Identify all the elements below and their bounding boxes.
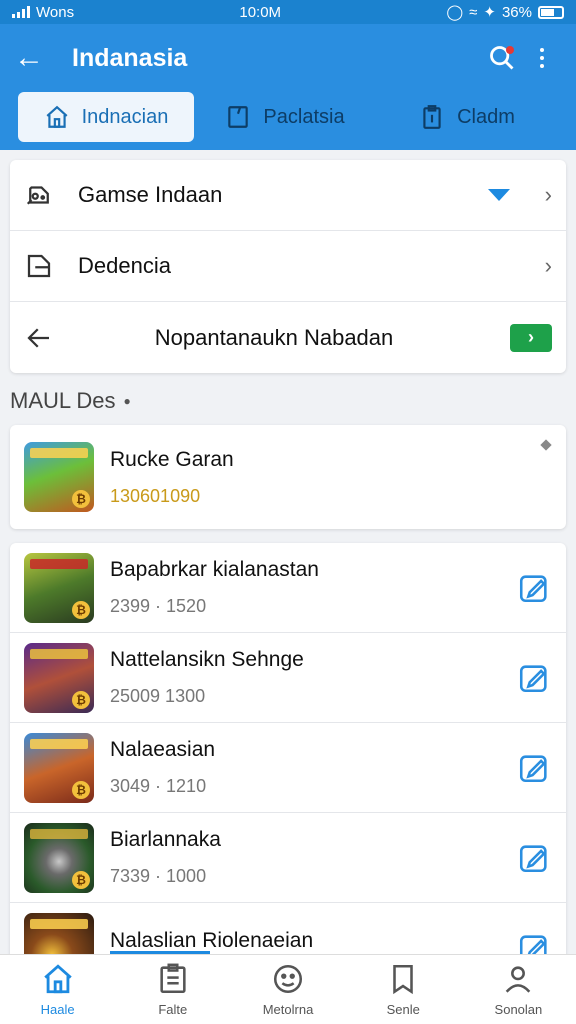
battery-percent: 36% bbox=[501, 3, 532, 21]
dot-indicator-icon: ● bbox=[123, 394, 131, 408]
folder-icon bbox=[27, 254, 51, 278]
nav-item-sonolan[interactable]: Sonolan bbox=[461, 955, 576, 1024]
game-name: Nalaeasian bbox=[110, 738, 216, 761]
game-thumbnail: ₿ bbox=[24, 732, 94, 803]
person-icon bbox=[506, 966, 531, 993]
game-thumbnail: ₿ bbox=[24, 552, 94, 623]
game-value: 3049 · 1210 bbox=[110, 776, 207, 796]
bluetooth-icon: ✦ bbox=[483, 4, 496, 21]
game-thumbnail: ₿ bbox=[24, 442, 94, 512]
nav-label: Haale bbox=[40, 1002, 75, 1017]
page-title: Indanasia bbox=[72, 43, 188, 72]
notification-dot bbox=[506, 46, 514, 54]
home-icon bbox=[43, 964, 72, 994]
search-button[interactable] bbox=[482, 44, 522, 72]
kebab-icon bbox=[540, 48, 544, 68]
nav-item-senle[interactable]: Senle bbox=[346, 955, 461, 1024]
tab-label: Cladm bbox=[457, 105, 515, 128]
menu-item-nopantanaukn[interactable]: Nopantanaukn Nabadan › bbox=[10, 302, 566, 373]
chevron-right-icon: › bbox=[544, 182, 552, 207]
menu-card: Gamse Indaan › Dedencia › Nopantanaukn N… bbox=[10, 160, 566, 373]
menu-item-dedencia[interactable]: Dedencia › bbox=[10, 231, 566, 302]
game-thumbnail: ₿ bbox=[24, 642, 94, 713]
coin-icon: ₿ bbox=[72, 870, 90, 889]
chevron-right-icon: › bbox=[528, 327, 534, 347]
game-name: Biarlannaka bbox=[110, 828, 221, 851]
section-title: MAUL Des bbox=[10, 388, 116, 413]
featured-game-row[interactable]: ₿ Rucke Garan 130601090 bbox=[10, 425, 566, 529]
edit-icon bbox=[519, 844, 547, 872]
tab-paclatsia[interactable]: Paclatsia bbox=[194, 92, 376, 142]
coin-icon: ₿ bbox=[72, 600, 90, 619]
game-name: Nalaslian Riolenaeian bbox=[110, 929, 314, 952]
list-item[interactable]: ₿ Biarlannaka 7339 · 1000 bbox=[10, 813, 566, 903]
document-icon bbox=[228, 106, 249, 128]
list-item[interactable]: ₿ Nalaeasian 3049 · 1210 bbox=[10, 723, 566, 813]
game-name: Bapabrkar kialanastan bbox=[110, 558, 319, 581]
go-button[interactable]: › bbox=[510, 323, 552, 352]
edit-button[interactable] bbox=[516, 840, 552, 876]
list-item[interactable]: ₿ Nattelansikn Sehnge 25009 1300 bbox=[10, 633, 566, 723]
edit-button[interactable] bbox=[516, 570, 552, 606]
status-bar: Wons 10:0M ◯ ≈ ✦ 36% bbox=[0, 0, 576, 24]
tab-label: Indnacian bbox=[81, 105, 169, 128]
tab-cladm[interactable]: Cladm bbox=[376, 92, 558, 142]
gamepad-icon bbox=[26, 186, 49, 205]
status-time: 10:0M bbox=[239, 3, 282, 21]
game-value: 25009 1300 bbox=[110, 686, 206, 706]
carrier-label: Wons bbox=[36, 3, 75, 21]
nav-label: Metolrna bbox=[262, 1002, 314, 1017]
dropdown-indicator-icon bbox=[488, 189, 510, 201]
menu-label: Gamse Indaan bbox=[78, 182, 223, 207]
wifi-icon: ≈ bbox=[469, 3, 478, 21]
nav-label: Senle bbox=[386, 1002, 420, 1017]
game-value: 130601090 bbox=[110, 485, 201, 506]
game-thumbnail: ₿ bbox=[24, 822, 94, 893]
home-icon bbox=[46, 105, 68, 128]
book-icon bbox=[393, 964, 413, 995]
coin-icon: ₿ bbox=[72, 690, 90, 709]
app-bar: ← Indanasia bbox=[0, 24, 576, 92]
alarm-icon: ◯ bbox=[446, 4, 464, 21]
edit-button[interactable] bbox=[516, 750, 552, 786]
game-list: ₿ Bapabrkar kialanastan 2399 · 1520 ₿ Na… bbox=[10, 543, 566, 963]
nav-item-haale[interactable]: Haale bbox=[0, 955, 115, 1024]
tab-bar: Indnacian Paclatsia Cladm bbox=[0, 92, 576, 150]
smiley-icon bbox=[273, 964, 303, 994]
edit-icon bbox=[519, 754, 547, 782]
battery-icon bbox=[537, 5, 564, 19]
game-value: 2399 · 1520 bbox=[110, 596, 207, 616]
menu-label: Nopantanaukn Nabadan bbox=[154, 324, 394, 350]
nav-label: Falte bbox=[158, 1002, 188, 1017]
menu-label: Dedencia bbox=[78, 253, 171, 278]
nav-item-metolrna[interactable]: Metolrna bbox=[230, 955, 345, 1024]
chevron-right-icon: › bbox=[544, 253, 552, 278]
game-value: 7339 · 1000 bbox=[110, 866, 207, 886]
more-options-button[interactable] bbox=[522, 48, 562, 68]
game-name: Rucke Garan bbox=[110, 447, 234, 471]
edit-icon bbox=[519, 664, 547, 692]
arrow-left-icon bbox=[27, 327, 49, 348]
menu-item-gamse-indaan[interactable]: Gamse Indaan › bbox=[10, 160, 566, 231]
back-arrow-icon[interactable]: ← bbox=[14, 43, 58, 73]
section-header: MAUL Des ● bbox=[0, 373, 576, 425]
edit-icon bbox=[519, 574, 547, 602]
tab-indnacian[interactable]: Indnacian bbox=[18, 92, 194, 142]
coin-icon: ₿ bbox=[72, 490, 90, 508]
bottom-nav: Haale Falte Metolrna Senle Sonolan bbox=[0, 954, 576, 1024]
clipboard-icon bbox=[423, 105, 441, 129]
nav-item-falte[interactable]: Falte bbox=[115, 955, 230, 1024]
featured-card[interactable]: ₿ Rucke Garan 130601090 bbox=[10, 425, 566, 529]
signal-icon bbox=[12, 6, 30, 18]
list-item[interactable]: ₿ Bapabrkar kialanastan 2399 · 1520 bbox=[10, 543, 566, 633]
list-icon bbox=[160, 963, 186, 994]
game-name: Nattelansikn Sehnge bbox=[110, 648, 304, 671]
tab-label: Paclatsia bbox=[263, 105, 345, 128]
coin-icon: ₿ bbox=[72, 780, 90, 799]
edit-button[interactable] bbox=[516, 660, 552, 696]
nav-label: Sonolan bbox=[494, 1002, 543, 1017]
